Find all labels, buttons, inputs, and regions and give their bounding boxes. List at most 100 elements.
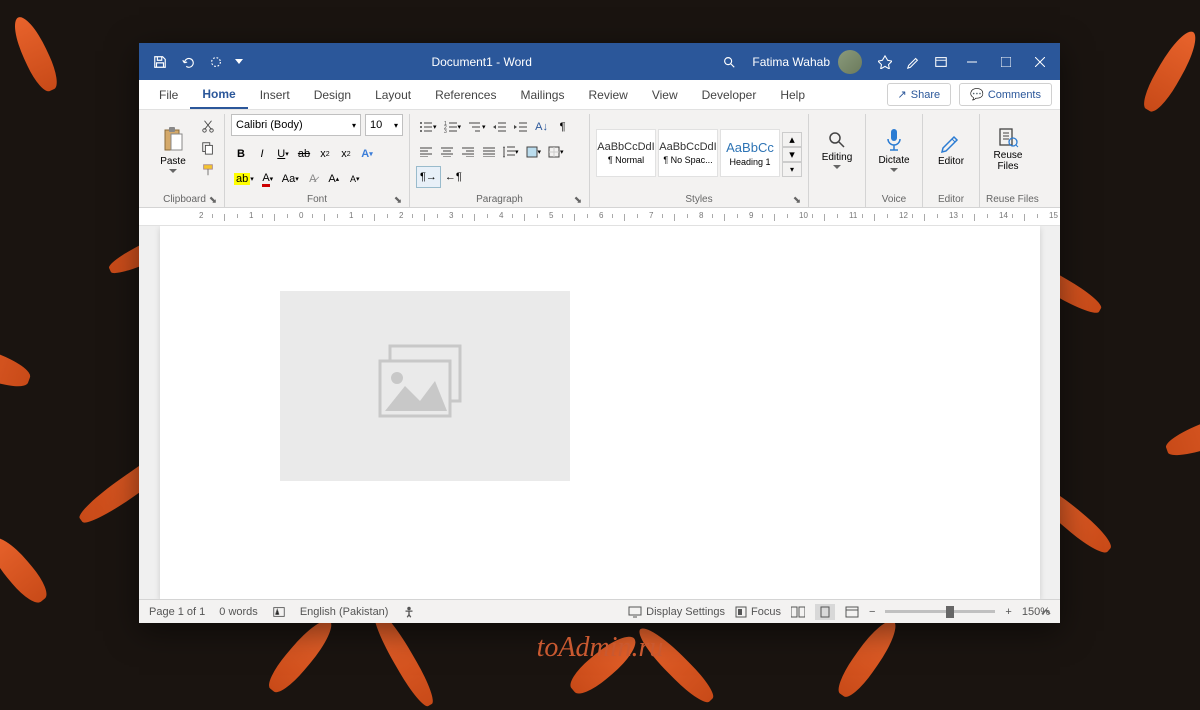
tab-references[interactable]: References xyxy=(423,82,508,108)
align-left-button[interactable] xyxy=(416,141,436,163)
rtl-button[interactable]: ←¶ xyxy=(442,166,465,188)
zoom-in-button[interactable]: + xyxy=(1005,606,1011,618)
word-count[interactable]: 0 words xyxy=(219,606,258,618)
editor-button[interactable]: Editor xyxy=(929,114,973,184)
shading-button[interactable]: ▾ xyxy=(523,141,545,163)
focus-mode[interactable]: Focus xyxy=(735,606,781,618)
style-no-spacing[interactable]: AaBbCcDdI¶ No Spac... xyxy=(658,129,718,177)
share-icon: ↗ xyxy=(898,88,907,101)
italic-button[interactable]: I xyxy=(252,143,272,165)
share-button[interactable]: ↗Share xyxy=(887,83,952,106)
group-editor: Editor Editor xyxy=(923,114,980,207)
image-placeholder[interactable] xyxy=(280,291,570,481)
tab-file[interactable]: File xyxy=(147,82,190,108)
strikethrough-button[interactable]: ab xyxy=(294,143,314,165)
user-account[interactable]: Fatima Wahab xyxy=(742,50,872,74)
sort-button[interactable]: A↓ xyxy=(532,116,552,138)
cut-button[interactable] xyxy=(198,116,218,136)
tab-help[interactable]: Help xyxy=(768,82,817,108)
bullets-button[interactable]: ▾ xyxy=(416,116,440,138)
format-painter-button[interactable] xyxy=(198,160,218,180)
styles-scroll-up[interactable]: ▴ xyxy=(782,132,802,147)
superscript-button[interactable]: x2 xyxy=(336,143,356,165)
horizontal-ruler[interactable]: 210123456789101112131415 xyxy=(139,208,1060,226)
tab-developer[interactable]: Developer xyxy=(690,82,769,108)
tab-home[interactable]: Home xyxy=(190,81,247,109)
styles-dialog-launcher[interactable]: ⬊ xyxy=(792,195,802,205)
dictate-button[interactable]: Dictate xyxy=(872,114,916,184)
font-dialog-launcher[interactable]: ⬊ xyxy=(393,195,403,205)
coming-soon-icon[interactable] xyxy=(900,49,926,75)
reuse-files-button[interactable]: Reuse Files xyxy=(986,114,1030,184)
copy-button[interactable] xyxy=(198,138,218,158)
document-page[interactable] xyxy=(160,226,1040,599)
style-heading1[interactable]: AaBbCcHeading 1 xyxy=(720,129,780,177)
clear-formatting-button[interactable]: A̷ xyxy=(303,168,323,190)
premium-icon[interactable] xyxy=(872,49,898,75)
avatar xyxy=(838,50,862,74)
web-layout-icon[interactable] xyxy=(845,606,859,618)
tab-view[interactable]: View xyxy=(640,82,690,108)
accessibility-icon[interactable] xyxy=(402,605,416,619)
change-case-button[interactable]: Aa▾ xyxy=(279,168,302,190)
tab-mailings[interactable]: Mailings xyxy=(508,82,576,108)
editing-button[interactable]: Editing xyxy=(815,114,859,184)
redo-button[interactable] xyxy=(203,49,229,75)
search-button[interactable] xyxy=(716,49,742,75)
tab-review[interactable]: Review xyxy=(576,82,639,108)
style-normal[interactable]: AaBbCcDdI¶ Normal xyxy=(596,129,656,177)
multilevel-button[interactable]: ▾ xyxy=(465,116,489,138)
grow-font-button[interactable]: A▴ xyxy=(324,168,344,190)
decrease-indent-button[interactable] xyxy=(490,116,510,138)
highlight-button[interactable]: ab▾ xyxy=(231,168,257,190)
text-effects-button[interactable]: A▾ xyxy=(357,143,377,165)
font-color-button[interactable]: A▾ xyxy=(258,168,278,190)
read-mode-icon[interactable] xyxy=(791,606,805,618)
ltr-button[interactable]: ¶→ xyxy=(416,166,441,188)
align-right-button[interactable] xyxy=(458,141,478,163)
ribbon-mode-button[interactable] xyxy=(928,49,954,75)
print-layout-icon[interactable] xyxy=(815,604,835,620)
numbering-button[interactable]: 123▾ xyxy=(441,116,465,138)
subscript-button[interactable]: x2 xyxy=(315,143,335,165)
collapse-ribbon-button[interactable] xyxy=(1040,607,1052,619)
line-spacing-button[interactable]: ▾ xyxy=(500,141,522,163)
tab-insert[interactable]: Insert xyxy=(248,82,302,108)
paragraph-dialog-launcher[interactable]: ⬊ xyxy=(573,195,583,205)
display-settings[interactable]: Display Settings xyxy=(628,606,725,618)
clipboard-dialog-launcher[interactable]: ⬊ xyxy=(208,195,218,205)
page-info[interactable]: Page 1 of 1 xyxy=(149,606,205,618)
spell-check-icon[interactable] xyxy=(272,605,286,619)
paste-button[interactable]: Paste xyxy=(151,114,195,184)
qat-customize[interactable] xyxy=(231,49,247,75)
styles-expand[interactable]: ▾ xyxy=(782,162,802,177)
borders-button[interactable]: ▾ xyxy=(545,141,567,163)
tab-layout[interactable]: Layout xyxy=(363,82,423,108)
increase-indent-button[interactable] xyxy=(511,116,531,138)
justify-button[interactable] xyxy=(479,141,499,163)
close-button[interactable] xyxy=(1024,49,1056,75)
show-marks-button[interactable]: ¶ xyxy=(553,116,573,138)
font-size-selector[interactable]: 10▾ xyxy=(365,114,403,136)
zoom-slider[interactable] xyxy=(885,610,995,613)
minimize-button[interactable] xyxy=(956,49,988,75)
undo-button[interactable] xyxy=(175,49,201,75)
tab-design[interactable]: Design xyxy=(302,82,363,108)
styles-scroll-down[interactable]: ▾ xyxy=(782,147,802,162)
underline-button[interactable]: U▾ xyxy=(273,143,293,165)
zoom-out-button[interactable]: − xyxy=(869,606,875,618)
align-center-button[interactable] xyxy=(437,141,457,163)
font-name-selector[interactable]: Calibri (Body)▾ xyxy=(231,114,361,136)
group-editing: Editing xyxy=(809,114,866,207)
language-status[interactable]: English (Pakistan) xyxy=(300,606,389,618)
bold-button[interactable]: B xyxy=(231,143,251,165)
comments-button[interactable]: 💬Comments xyxy=(959,83,1052,106)
group-paragraph: ▾ 123▾ ▾ A↓ ¶ ▾ ▾ ▾ xyxy=(410,114,590,207)
shrink-font-button[interactable]: A▾ xyxy=(345,168,365,190)
user-name: Fatima Wahab xyxy=(752,55,830,69)
group-clipboard: Paste Clipboard⬊ xyxy=(145,114,225,207)
comment-icon: 💬 xyxy=(970,88,984,101)
maximize-button[interactable] xyxy=(990,49,1022,75)
watermark: toAdmin.ru xyxy=(537,632,664,664)
save-button[interactable] xyxy=(147,49,173,75)
